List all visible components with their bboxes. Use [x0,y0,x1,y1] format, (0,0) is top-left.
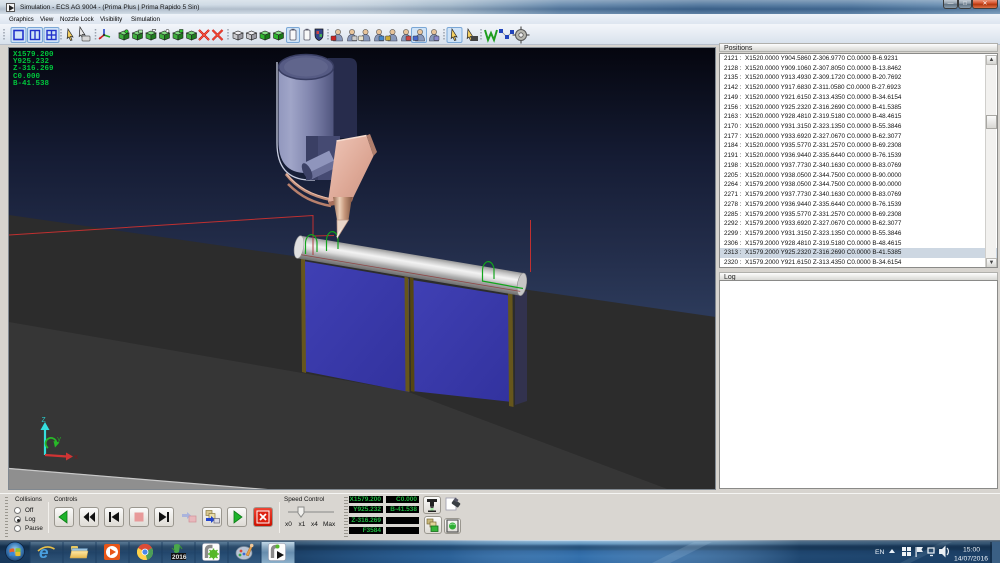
svg-text:x: x [74,454,78,462]
svg-text:x1: x1 [299,521,306,528]
svg-text:Max: Max [323,521,336,528]
svg-text:x0: x0 [285,521,292,528]
svg-text:Z: Z [42,417,46,425]
svg-text:EN: EN [875,549,885,556]
svg-text:y: y [57,436,61,444]
svg-text:14/07/2016: 14/07/2016 [954,556,988,563]
svg-text:2016: 2016 [172,554,187,561]
svg-text:e: e [39,543,48,562]
svg-text:15:00: 15:00 [963,547,980,554]
svg-text:x4: x4 [311,521,318,528]
